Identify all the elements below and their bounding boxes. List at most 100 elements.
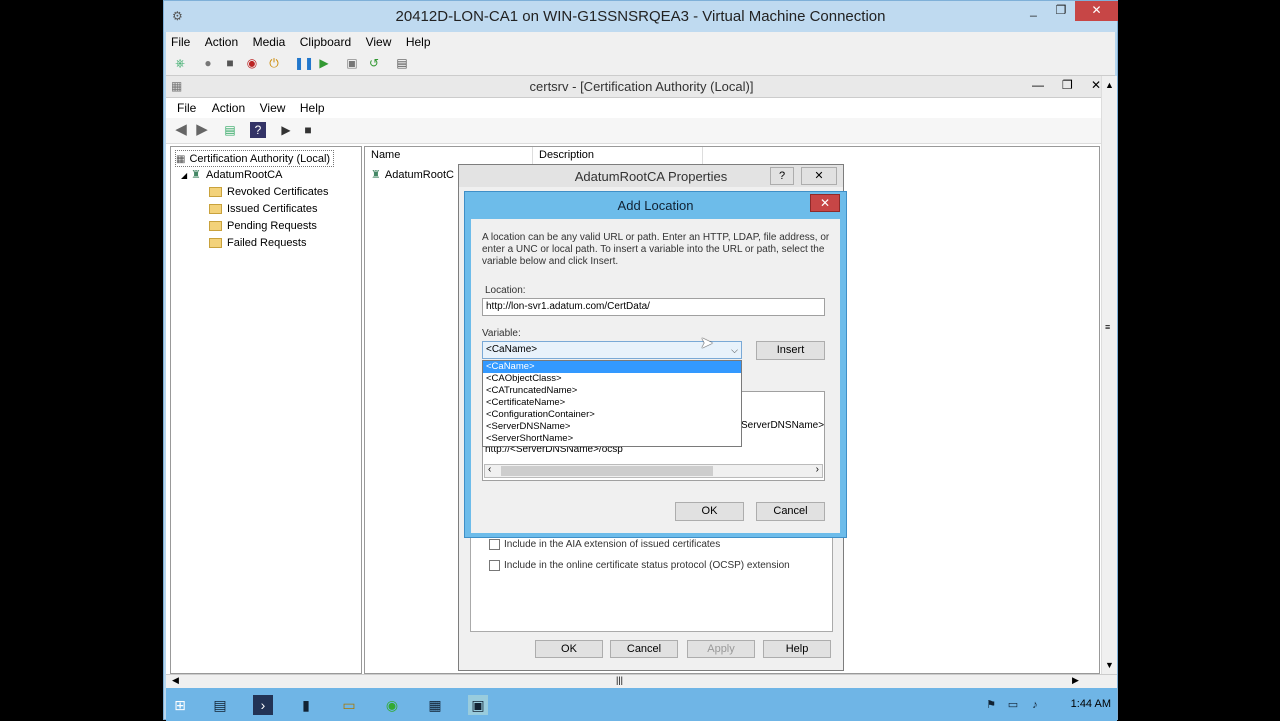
- tree-item-ca[interactable]: ◢ ♜ AdatumRootCA: [181, 167, 282, 184]
- insert-button[interactable]: Insert: [756, 341, 825, 360]
- variable-option[interactable]: <CATruncatedName>: [483, 385, 741, 397]
- shutdown-icon[interactable]: ◉: [244, 55, 260, 71]
- aia-check-label: Include in the AIA extension of issued c…: [504, 539, 721, 551]
- enhanced-session-icon[interactable]: ▤: [394, 55, 410, 71]
- variable-option[interactable]: <ServerShortName>: [483, 433, 741, 445]
- scroll-thumb[interactable]: [501, 466, 713, 476]
- add-location-close-button[interactable]: ✕: [810, 194, 840, 212]
- mmc-close-button[interactable]: ✕: [1091, 78, 1101, 92]
- server-manager-icon[interactable]: ▤: [210, 695, 230, 715]
- cmd-icon[interactable]: ▮: [296, 695, 316, 715]
- menu-file[interactable]: File: [166, 32, 195, 52]
- forward-arrow-icon[interactable]: ▶: [194, 122, 210, 138]
- speaker-icon[interactable]: ♪: [1025, 695, 1045, 715]
- taskbar-clock[interactable]: 1:44 AM: [1071, 698, 1111, 710]
- location-list-hscroll[interactable]: ‹ ›: [484, 464, 823, 478]
- minimize-button[interactable]: _: [1020, 1, 1047, 21]
- scroll-up-icon[interactable]: ▲: [1105, 80, 1114, 90]
- tree-item-failed[interactable]: Failed Requests: [209, 235, 307, 252]
- vertical-scrollbar[interactable]: ▲ ≡ ▼: [1101, 76, 1117, 674]
- properties-close-button[interactable]: ✕: [801, 167, 837, 185]
- start-windows-icon[interactable]: ⊞: [170, 695, 190, 715]
- back-arrow-icon[interactable]: ◀: [173, 122, 189, 138]
- help-icon[interactable]: ?: [250, 122, 266, 138]
- power-icon[interactable]: ⏻: [266, 55, 282, 71]
- aia-check-row[interactable]: Include in the AIA extension of issued c…: [489, 539, 720, 550]
- variable-option[interactable]: <CaName>: [483, 361, 741, 373]
- resume-icon[interactable]: ▶: [316, 55, 332, 71]
- horizontal-scrollbar[interactable]: ◀ ||| ▶: [166, 674, 1117, 688]
- properties-cancel-button[interactable]: Cancel: [610, 640, 678, 658]
- network-icon[interactable]: ▭: [1003, 695, 1023, 715]
- variable-option[interactable]: <CAObjectClass>: [483, 373, 741, 385]
- mmc-menu-file[interactable]: File: [166, 98, 202, 118]
- properties-ok-button[interactable]: OK: [535, 640, 603, 658]
- add-location-body: A location can be any valid URL or path.…: [471, 219, 840, 533]
- revert-icon[interactable]: ↺: [366, 55, 382, 71]
- list-row[interactable]: ♜ AdatumRootC: [371, 167, 454, 184]
- scroll-left-icon[interactable]: ◀: [172, 675, 179, 686]
- add-location-ok-button[interactable]: OK: [675, 502, 744, 521]
- menu-media[interactable]: Media: [248, 32, 291, 52]
- properties-help-button[interactable]: ?: [770, 167, 794, 185]
- menu-action[interactable]: Action: [200, 32, 243, 52]
- mouse-cursor-icon: ➤: [700, 335, 714, 352]
- tree-item-issued[interactable]: Issued Certificates: [209, 201, 317, 218]
- column-header-name[interactable]: Name: [365, 147, 533, 164]
- file-explorer-icon[interactable]: ▭: [339, 695, 359, 715]
- mmc-menu-view[interactable]: View: [255, 98, 291, 118]
- location-list-item[interactable]: ServerDNSName>: [741, 420, 824, 431]
- column-header-description[interactable]: Description: [533, 147, 703, 164]
- certsrv-taskbar-icon[interactable]: ▣: [468, 695, 488, 715]
- menu-help[interactable]: Help: [401, 32, 436, 52]
- properties-help-text-button[interactable]: Help: [763, 640, 831, 658]
- action-center-icon[interactable]: ⚑: [981, 695, 1001, 715]
- ocsp-check-label: Include in the online certificate status…: [504, 560, 790, 572]
- stop-service-icon[interactable]: ■: [300, 122, 316, 138]
- mmc-minimize-button[interactable]: —: [1032, 78, 1044, 92]
- tree-root[interactable]: ▦ Certification Authority (Local): [175, 150, 335, 167]
- ocsp-check-row[interactable]: Include in the online certificate status…: [489, 560, 790, 571]
- export-list-icon[interactable]: ▤: [222, 122, 238, 138]
- scroll-grip-icon[interactable]: ≡: [1105, 322, 1110, 332]
- scroll-left-icon[interactable]: ‹: [488, 464, 491, 475]
- chevron-down-icon[interactable]: ⌵: [731, 342, 738, 358]
- scroll-right-icon[interactable]: ›: [816, 464, 819, 475]
- add-location-cancel-button[interactable]: Cancel: [756, 502, 825, 521]
- scroll-down-icon[interactable]: ▼: [1105, 660, 1114, 670]
- variable-dropdown-list[interactable]: <CaName> <CAObjectClass> <CATruncatedNam…: [482, 360, 742, 447]
- checkpoint-icon[interactable]: ▣: [344, 55, 360, 71]
- ocsp-checkbox[interactable]: [489, 560, 500, 571]
- pause-icon[interactable]: ❚❚: [294, 55, 314, 71]
- mmc-restore-button[interactable]: ❐: [1062, 78, 1073, 92]
- tools-icon[interactable]: ▦: [425, 695, 445, 715]
- ctrl-alt-del-icon[interactable]: ⎈: [172, 55, 188, 71]
- guest-desktop: ▦ certsrv - [Certification Authority (Lo…: [166, 76, 1117, 721]
- variable-option[interactable]: <CertificateName>: [483, 397, 741, 409]
- properties-apply-button[interactable]: Apply: [687, 640, 755, 658]
- maximize-button[interactable]: ❐: [1048, 1, 1074, 21]
- browser-icon[interactable]: ◉: [382, 695, 402, 715]
- start-icon[interactable]: ●: [200, 55, 216, 71]
- ca-icon: ♜: [371, 169, 381, 181]
- tree-ca-label: AdatumRootCA: [206, 169, 283, 181]
- tree-item-pending[interactable]: Pending Requests: [209, 218, 317, 235]
- menu-view[interactable]: View: [361, 32, 397, 52]
- collapse-arrow-icon[interactable]: ◢: [181, 171, 187, 180]
- scroll-right-icon[interactable]: ▶: [1072, 675, 1079, 686]
- close-button[interactable]: ✕: [1075, 1, 1118, 21]
- tree-item-revoked[interactable]: Revoked Certificates: [209, 184, 329, 201]
- turn-off-icon[interactable]: ■: [222, 55, 238, 71]
- mmc-menu-help[interactable]: Help: [295, 98, 330, 118]
- variable-option[interactable]: <ConfigurationContainer>: [483, 409, 741, 421]
- location-input[interactable]: http://lon-svr1.adatum.com/CertData/: [482, 298, 825, 316]
- mmc-menu-action[interactable]: Action: [207, 98, 250, 118]
- powershell-icon[interactable]: ›: [253, 695, 273, 715]
- start-service-icon[interactable]: ▶: [278, 122, 294, 138]
- aia-checkbox[interactable]: [489, 539, 500, 550]
- scroll-grip-icon[interactable]: |||: [616, 675, 623, 685]
- add-location-description: A location can be any valid URL or path.…: [482, 232, 830, 267]
- variable-option[interactable]: <ServerDNSName>: [483, 421, 741, 433]
- console-tree: ▦ Certification Authority (Local) ◢ ♜ Adatu…: [170, 146, 362, 674]
- menu-clipboard[interactable]: Clipboard: [295, 32, 356, 52]
